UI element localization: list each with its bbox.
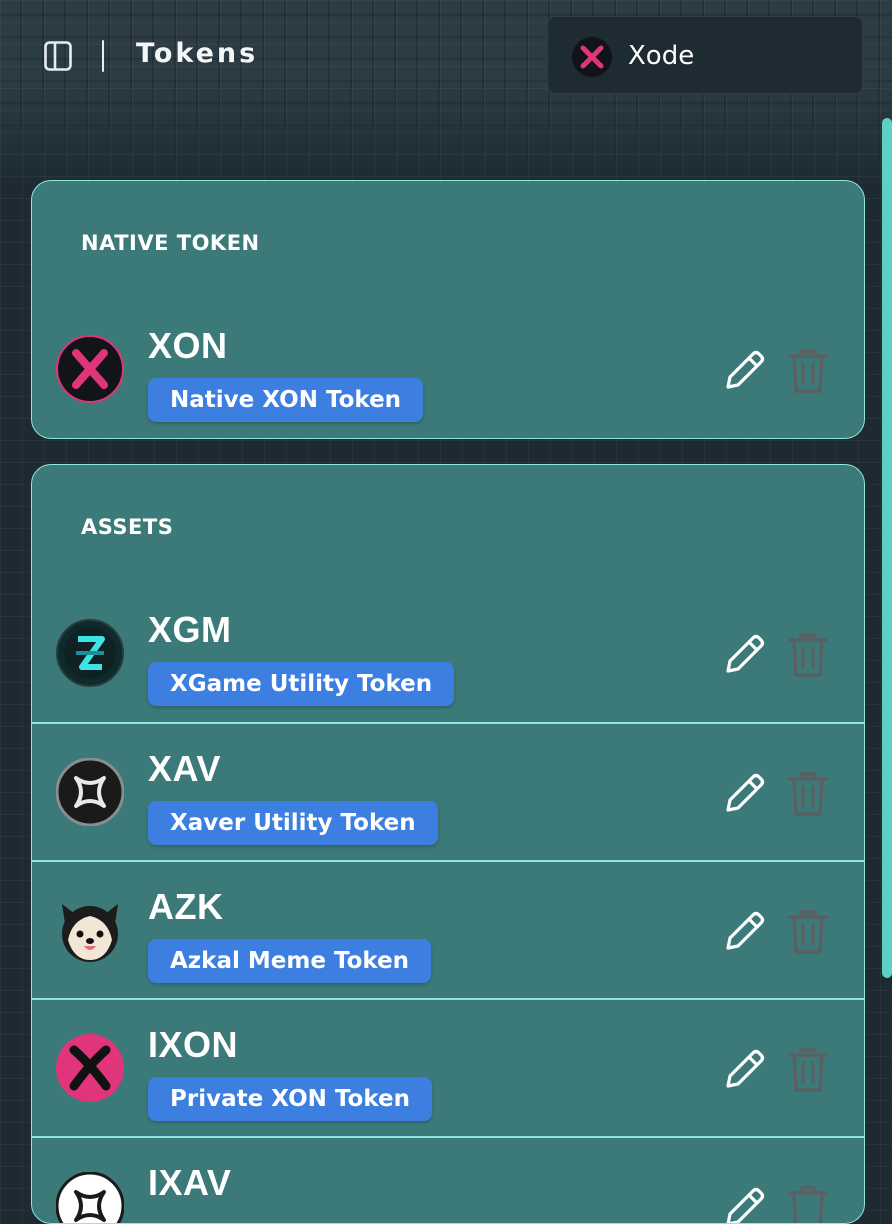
token-symbol: AZK xyxy=(148,886,224,927)
delete-trash-icon[interactable] xyxy=(786,1184,830,1224)
edit-pencil-icon[interactable] xyxy=(720,1184,768,1224)
token-row-azk: AZK Azkal Meme Token xyxy=(32,860,864,998)
delete-trash-icon[interactable] xyxy=(786,631,830,679)
section-title-native: NATIVE TOKEN xyxy=(81,231,260,255)
token-symbol: XGM xyxy=(148,609,232,650)
header-divider xyxy=(102,40,104,72)
ixav-logo-icon xyxy=(56,1172,124,1223)
token-row-xon: XON Native XON Token xyxy=(32,285,864,423)
token-symbol: IXAV xyxy=(148,1162,232,1203)
ixon-logo-icon xyxy=(56,1034,124,1102)
xon-logo-icon xyxy=(56,335,124,403)
token-symbol: IXON xyxy=(148,1024,239,1065)
token-row-ixav: IXAV xyxy=(32,1136,864,1224)
token-name-badge: Azkal Meme Token xyxy=(148,939,432,983)
delete-trash-icon[interactable] xyxy=(786,770,830,818)
scrollbar-thumb[interactable] xyxy=(882,118,892,978)
token-name-badge: Xaver Utility Token xyxy=(148,801,438,845)
delete-trash-icon[interactable] xyxy=(786,1046,830,1094)
network-selector[interactable]: Xode xyxy=(547,16,863,94)
token-symbol: XAV xyxy=(148,748,221,789)
native-token-card: NATIVE TOKEN XON Native XON Token xyxy=(31,180,865,439)
token-symbol: XON xyxy=(148,325,228,366)
xav-logo-icon xyxy=(56,758,124,826)
sidebar-toggle-icon[interactable] xyxy=(44,41,72,71)
delete-trash-icon[interactable] xyxy=(786,347,830,395)
token-name-badge: Native XON Token xyxy=(148,378,424,422)
edit-pencil-icon[interactable] xyxy=(720,631,768,679)
network-name: Xode xyxy=(628,41,695,71)
page-title: Tokens xyxy=(136,38,259,69)
xgm-logo-icon xyxy=(56,619,124,687)
delete-trash-icon[interactable] xyxy=(786,908,830,956)
assets-card: ASSETS XGM XGame Utility Token XAV Xaver… xyxy=(31,464,865,1224)
token-row-xav: XAV Xaver Utility Token xyxy=(32,722,864,860)
edit-pencil-icon[interactable] xyxy=(720,770,768,818)
section-title-assets: ASSETS xyxy=(81,515,174,539)
token-row-xgm: XGM XGame Utility Token xyxy=(32,585,864,723)
edit-pencil-icon[interactable] xyxy=(720,1046,768,1094)
azk-dog-logo-icon xyxy=(62,904,118,962)
top-bar: Tokens Xode xyxy=(0,0,892,112)
edit-pencil-icon[interactable] xyxy=(720,347,768,395)
token-name-badge: Private XON Token xyxy=(148,1077,433,1121)
token-row-ixon: IXON Private XON Token xyxy=(32,998,864,1136)
token-name-badge: XGame Utility Token xyxy=(148,662,455,706)
edit-pencil-icon[interactable] xyxy=(720,908,768,956)
xode-logo-icon xyxy=(572,37,612,77)
